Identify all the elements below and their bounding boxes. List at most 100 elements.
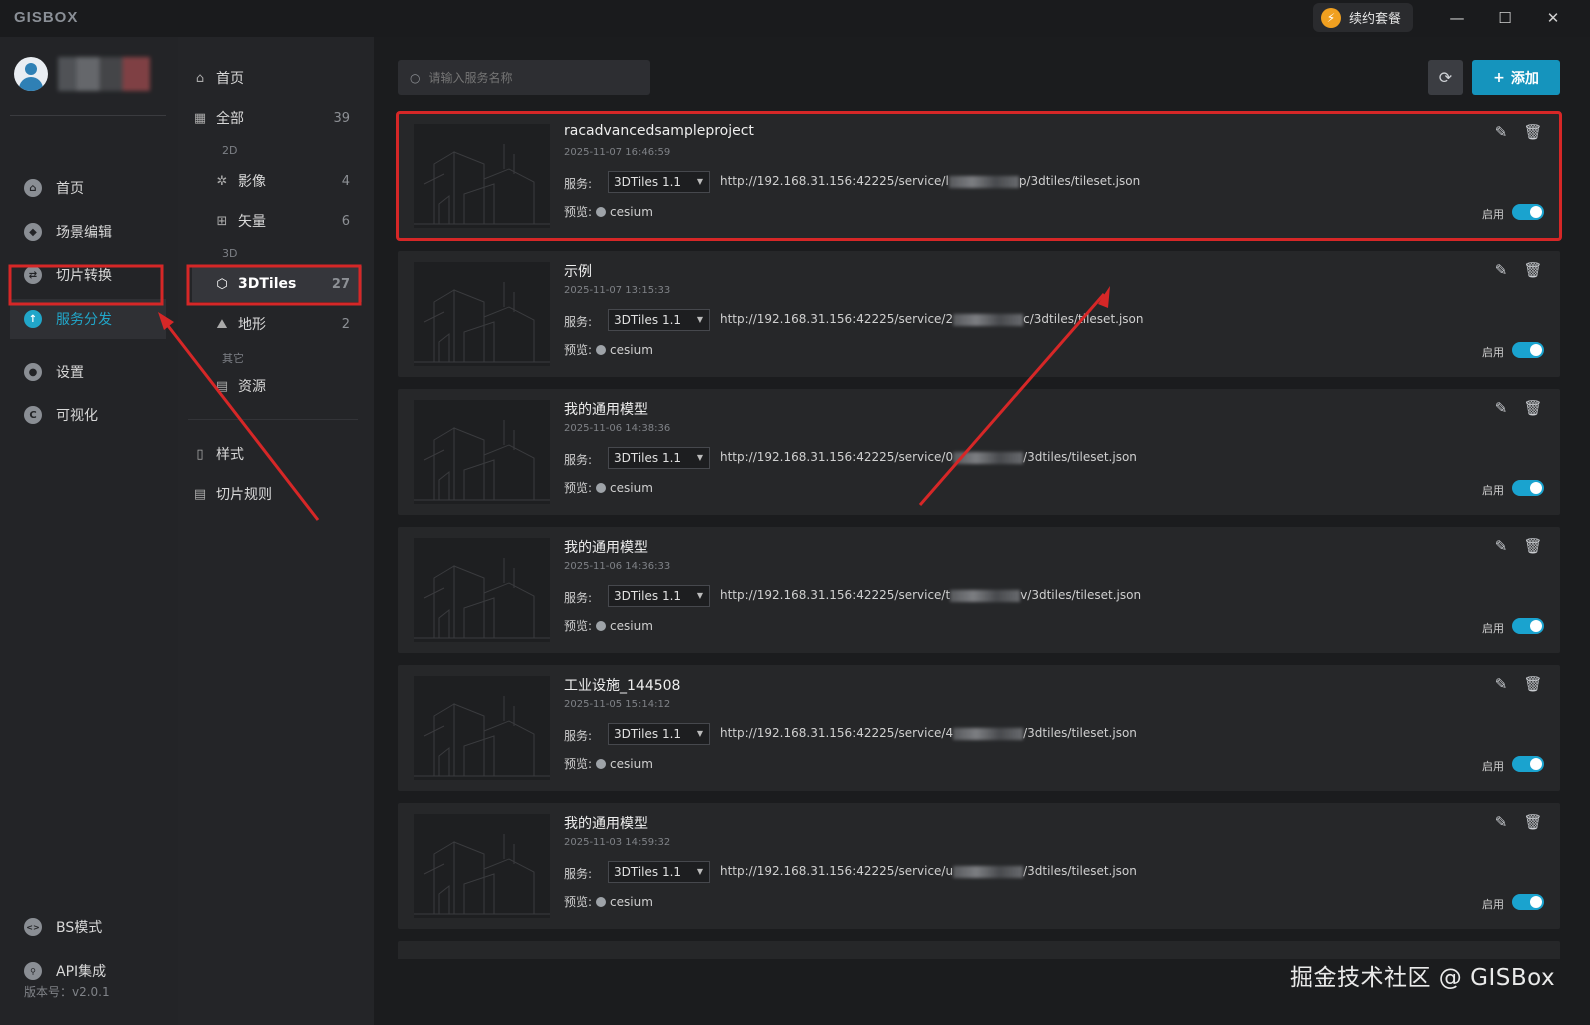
url-redacted <box>948 175 1019 188</box>
service-card[interactable]: racadvancedsampleproject 2025-11-07 16:4… <box>396 111 1562 241</box>
enable-toggle[interactable] <box>1512 204 1544 220</box>
service-url[interactable]: http://192.168.31.156:42225/service/2 c/3… <box>720 312 1144 326</box>
service-type-select[interactable]: 3DTiles 1.1 ▼ <box>608 585 710 607</box>
sidebar-item-5[interactable]: C 可视化 <box>10 395 166 435</box>
service-url[interactable]: http://192.168.31.156:42225/service/0/3d… <box>720 450 1137 464</box>
service-card[interactable]: 我的通用模型 2025-11-03 14:59:32 服务: 3DTiles 1… <box>398 803 1560 929</box>
sidebar-item-1[interactable]: ◆ 场景编辑 <box>10 212 166 252</box>
service-url[interactable]: http://192.168.31.156:42225/service/t v/3… <box>720 588 1141 602</box>
edit-icon[interactable]: ✎ <box>1490 121 1512 143</box>
service-thumbnail <box>414 676 550 780</box>
service-url[interactable]: http://192.168.31.156:42225/service/4/3d… <box>720 726 1137 740</box>
service-type-value: 3DTiles 1.1 <box>614 865 682 879</box>
service-url[interactable]: http://192.168.31.156:42225/service/l p/3… <box>720 174 1140 188</box>
sidebar-item-2[interactable]: ⇄ 切片转换 <box>10 255 166 295</box>
service-type-select[interactable]: 3DTiles 1.1 ▼ <box>608 171 710 193</box>
subnav-terrain[interactable]: ⛰ 地形 2 <box>192 306 362 342</box>
delete-icon[interactable]: 🗑 <box>1522 535 1544 557</box>
search-box[interactable]: ○ <box>398 60 650 95</box>
globe-icon <box>596 896 607 907</box>
enable-label: 启用 <box>1482 208 1504 221</box>
renew-plan-button[interactable]: ⚡ 续约套餐 <box>1313 3 1414 32</box>
url-suffix: c/3dtiles/tileset.json <box>1023 312 1144 326</box>
sidebar-item-label: 首页 <box>56 181 84 197</box>
service-date: 2025-11-05 15:14:12 <box>564 699 671 710</box>
preview-cesium-link[interactable]: cesium <box>610 481 653 495</box>
edit-icon[interactable]: ✎ <box>1490 397 1512 419</box>
subnav-resource[interactable]: ▤ 资源 <box>192 368 362 404</box>
user-profile[interactable] <box>14 57 150 91</box>
edit-icon[interactable]: ✎ <box>1490 259 1512 281</box>
subnav-vector[interactable]: ⊞ 矢量 6 <box>192 203 362 239</box>
service-card[interactable]: 示例 2025-11-07 13:15:33 服务: 3DTiles 1.1 ▼ … <box>398 251 1560 377</box>
search-input[interactable] <box>428 70 629 85</box>
preview-cesium-link[interactable]: cesium <box>610 343 653 357</box>
service-title: 我的通用模型 <box>564 540 648 556</box>
service-type-select[interactable]: 3DTiles 1.1 ▼ <box>608 447 710 469</box>
service-date: 2025-11-06 14:38:36 <box>564 423 671 434</box>
service-type-select[interactable]: 3DTiles 1.1 ▼ <box>608 309 710 331</box>
chevron-down-icon: ▼ <box>696 315 703 324</box>
close-button[interactable]: ✕ <box>1540 6 1566 30</box>
vector-icon: ⊞ <box>216 213 228 229</box>
sidebar-item-4[interactable]: ● 设置 <box>10 352 166 392</box>
enable-toggle[interactable] <box>1512 756 1544 772</box>
delete-icon[interactable]: 🗑 <box>1522 673 1544 695</box>
sidebar-item-label: 设置 <box>56 365 84 381</box>
chart-icon: C <box>24 406 42 424</box>
url-prefix: http://192.168.31.156:42225/service/u <box>720 864 954 878</box>
service-type-select[interactable]: 3DTiles 1.1 ▼ <box>608 723 710 745</box>
preview-cesium-link[interactable]: cesium <box>610 895 653 909</box>
delete-icon[interactable]: 🗑 <box>1522 397 1544 419</box>
subnav-style[interactable]: ▯ 样式 <box>192 436 362 472</box>
enable-toggle[interactable] <box>1512 618 1544 634</box>
subnav-tile-rule[interactable]: ▤ 切片规则 <box>192 476 362 512</box>
subnav-all[interactable]: ▦ 全部 39 <box>192 100 362 136</box>
title-bar: GISBOX ⚡ 续约套餐 — ☐ ✕ <box>0 0 1590 37</box>
url-suffix: /3dtiles/tileset.json <box>1023 726 1137 740</box>
enable-toggle[interactable] <box>1512 342 1544 358</box>
service-url[interactable]: http://192.168.31.156:42225/service/u/3d… <box>720 864 1137 878</box>
service-date: 2025-11-07 13:15:33 <box>564 285 671 296</box>
service-card[interactable]: 工业设施_144508 2025-11-05 15:14:12 服务: 3DTi… <box>398 665 1560 791</box>
edit-icon[interactable]: ✎ <box>1490 535 1512 557</box>
globe-icon <box>596 482 607 493</box>
enable-toggle[interactable] <box>1512 480 1544 496</box>
sidebar-item-0[interactable]: ⌂ 首页 <box>10 168 166 208</box>
service-card[interactable]: 我的通用模型 2025-11-06 14:38:36 服务: 3DTiles 1… <box>398 389 1560 515</box>
refresh-button[interactable]: ⟳ <box>1428 60 1463 95</box>
chevron-down-icon: ▼ <box>696 177 703 186</box>
delete-icon[interactable]: 🗑 <box>1522 811 1544 833</box>
sidebar-bottom-item-0[interactable]: <> BS模式 <box>10 907 166 947</box>
url-redacted <box>953 451 1024 464</box>
divider <box>188 419 358 420</box>
service-type-select[interactable]: 3DTiles 1.1 ▼ <box>608 861 710 883</box>
globe-icon <box>596 620 607 631</box>
service-thumbnail <box>414 538 550 642</box>
preview-cesium-link[interactable]: cesium <box>610 757 653 771</box>
preview-cesium-link[interactable]: cesium <box>610 205 653 219</box>
maximize-button[interactable]: ☐ <box>1492 6 1518 30</box>
preview-cesium-link[interactable]: cesium <box>610 619 653 633</box>
delete-icon[interactable]: 🗑 <box>1522 259 1544 281</box>
edit-icon[interactable]: ✎ <box>1490 673 1512 695</box>
cube-icon: ◆ <box>24 223 42 241</box>
sidebar-item-3[interactable]: ↑ 服务分发 <box>10 299 166 339</box>
service-list-panel: ○ ⟳ + 添加 racadvancedsampleproject 2025-1… <box>374 37 1590 959</box>
subnav-3dtiles[interactable]: ⬡ 3DTiles 27 <box>192 266 362 302</box>
enable-label: 启用 <box>1482 622 1504 635</box>
divider <box>10 115 166 116</box>
secondary-sidebar: ⌂ 首页 ▦ 全部 39 2D ✲ 影像 4 ⊞ 矢量 6 3D ⬡ 3DTil… <box>178 37 374 1025</box>
delete-icon[interactable]: 🗑 <box>1522 121 1544 143</box>
enable-toggle[interactable] <box>1512 894 1544 910</box>
subnav-imagery[interactable]: ✲ 影像 4 <box>192 163 362 199</box>
service-label: 服务: <box>564 591 593 605</box>
subnav-3dtiles-label: 3DTiles <box>238 276 297 292</box>
service-card[interactable]: 我的通用模型 2025-11-06 14:36:33 服务: 3DTiles 1… <box>398 527 1560 653</box>
service-label: 服务: <box>564 729 593 743</box>
minimize-button[interactable]: — <box>1444 6 1470 30</box>
edit-icon[interactable]: ✎ <box>1490 811 1512 833</box>
subnav-home[interactable]: ⌂ 首页 <box>192 60 362 96</box>
preview-row: 预览: cesium <box>564 203 653 220</box>
add-button[interactable]: + 添加 <box>1472 60 1560 95</box>
